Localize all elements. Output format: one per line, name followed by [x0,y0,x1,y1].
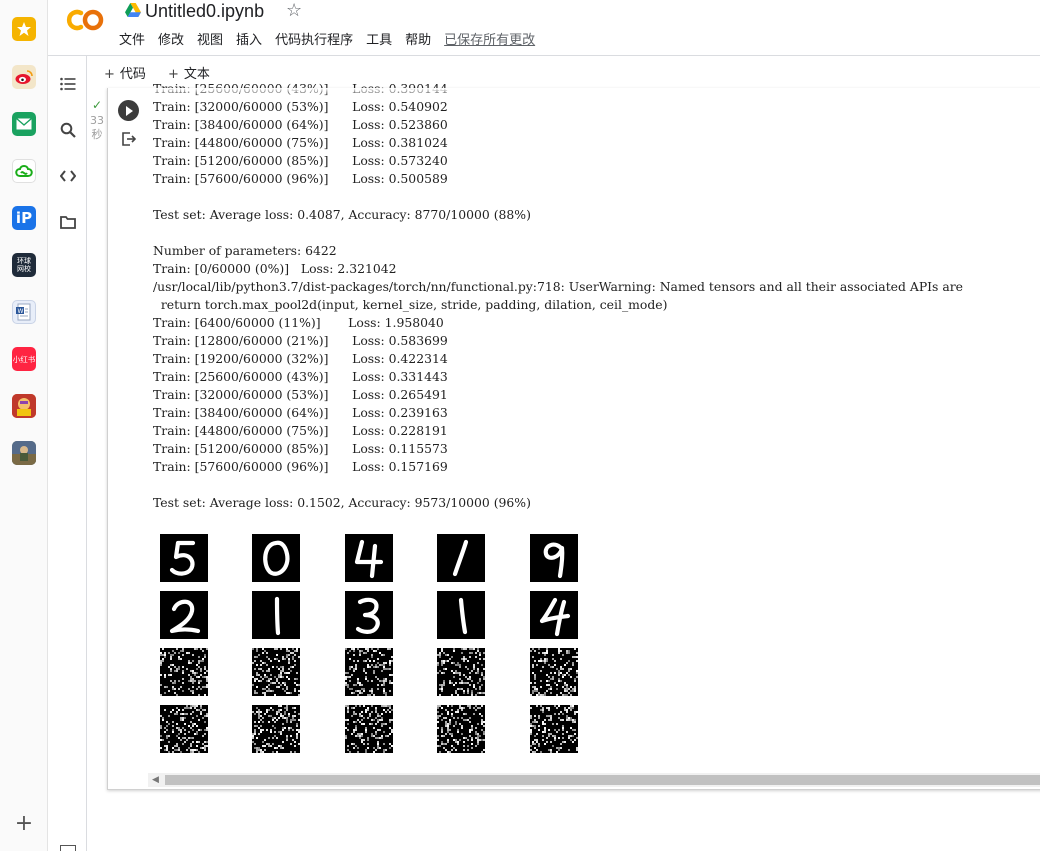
favorites-star-icon[interactable] [12,17,36,41]
mnist-digit-image [530,591,578,639]
execution-time: 33 秒 [90,114,104,142]
code-snippets-icon[interactable] [58,166,78,186]
xiaohongshu-icon[interactable]: 小红书 [12,347,36,371]
output-line: Train: [19200/60000 (32%)] Loss: 0.42231… [153,351,448,366]
output-line: Train: [38400/60000 (64%)] Loss: 0.23916… [153,405,448,420]
search-icon[interactable] [58,120,78,140]
noise-image [160,648,208,696]
noise-image [345,705,393,753]
noise-image [437,705,485,753]
noise-image [252,648,300,696]
output-scroll-fade [148,88,1040,96]
scroll-left-arrow-icon[interactable]: ◀ [152,775,159,785]
terminal-icon[interactable] [60,845,76,851]
noise-image [530,648,578,696]
output-line: Train: [44800/60000 (75%)] Loss: 0.38102… [153,135,448,150]
run-cell-button[interactable] [118,100,139,121]
colab-header: Untitled0.ipynb ☆ 文件 修改 视图 插入 代码执行程序 工具 … [48,0,1040,56]
add-app-icon[interactable]: + [14,813,34,835]
mnist-digit-image [160,591,208,639]
output-line: Train: [57600/60000 (96%)] Loss: 0.50058… [153,171,448,186]
menu-view[interactable]: 视图 [197,31,223,51]
browser-app-rail: iP 环球 网校 W 小红书 + [0,0,48,851]
mnist-digit-image [345,591,393,639]
menu-tools[interactable]: 工具 [366,31,392,51]
output-line: Train: [51200/60000 (85%)] Loss: 0.11557… [153,441,448,456]
plus-icon: + [104,67,115,82]
menu-bar: 文件 修改 视图 插入 代码执行程序 工具 帮助 已保存所有更改 [119,31,548,51]
weibo-icon[interactable] [12,65,36,89]
cell-output-text: Train: [25600/60000 (43%)] Loss: 0.39014… [153,80,1040,520]
saved-status-link[interactable]: 已保存所有更改 [444,31,535,51]
google-drive-icon[interactable] [125,3,141,17]
output-line: Train: [38400/60000 (64%)] Loss: 0.52386… [153,117,448,132]
star-icon[interactable]: ☆ [286,0,302,22]
colab-side-toolbar [48,56,87,851]
output-line: /usr/local/lib/python3.7/dist-packages/t… [153,279,963,294]
huanqiu-school-icon[interactable]: 环球 网校 [12,253,36,277]
mail-icon[interactable] [12,112,36,136]
mnist-digit-image [252,534,300,582]
mnist-digit-image [437,534,485,582]
noise-image [530,705,578,753]
output-line: Test set: Average loss: 0.1502, Accuracy… [153,495,531,510]
mnist-digit-image [530,534,578,582]
colab-window: iP 环球 网校 W 小红书 + Untitled0.ipynb ☆ 文件 修改… [0,0,1040,851]
noise-image [437,648,485,696]
notebook-title[interactable]: Untitled0.ipynb [145,0,264,22]
noise-image [345,648,393,696]
output-line: Train: [51200/60000 (85%)] Loss: 0.57324… [153,153,448,168]
ip-app-icon[interactable]: iP [12,206,36,230]
output-line: return torch.max_pool2d(input, kernel_si… [153,297,668,312]
mnist-digit-image [345,534,393,582]
output-image-grid [160,534,580,754]
output-line: Number of parameters: 6422 [153,243,337,258]
output-line: Train: [44800/60000 (75%)] Loss: 0.22819… [153,423,448,438]
output-line: Train: [25600/60000 (43%)] Loss: 0.33144… [153,369,448,384]
output-horizontal-scrollbar[interactable]: ◀ [148,773,1040,787]
menu-file[interactable]: 文件 [119,31,145,51]
mnist-digit-image [252,591,300,639]
cloud-link-icon[interactable] [12,159,36,183]
menu-edit[interactable]: 修改 [158,31,184,51]
scrollbar-thumb[interactable] [165,775,1040,785]
noise-image [252,705,300,753]
colab-logo-icon [66,9,104,31]
output-line: Train: [0/60000 (0%)] Loss: 2.321042 [153,261,397,276]
output-line: Train: [6400/60000 (11%)] Loss: 1.958040 [153,315,444,330]
output-line: Train: [32000/60000 (53%)] Loss: 0.54090… [153,99,448,114]
execution-complete-check-icon: ✓ [92,98,103,112]
word-doc-icon[interactable]: W [12,300,36,324]
output-line: Train: [32000/60000 (53%)] Loss: 0.26549… [153,387,448,402]
add-code-label: 代码 [119,67,146,82]
files-folder-icon[interactable] [58,212,78,232]
noise-image [160,705,208,753]
mnist-digit-image [437,591,485,639]
pubg-game-icon[interactable] [12,441,36,465]
output-line: Train: [12800/60000 (21%)] Loss: 0.58369… [153,333,448,348]
execution-time-unit: 秒 [91,128,103,141]
menu-help[interactable]: 帮助 [405,31,431,51]
game-app-icon[interactable] [12,394,36,418]
svg-text:W: W [18,308,24,315]
output-actions-icon[interactable] [121,131,137,147]
add-code-cell-button[interactable]: + 代码 [104,63,146,82]
table-of-contents-icon[interactable] [58,74,78,94]
execution-time-value: 33 [90,114,104,127]
menu-runtime[interactable]: 代码执行程序 [275,31,353,51]
mnist-digit-image [160,534,208,582]
output-line: Train: [57600/60000 (96%)] Loss: 0.15716… [153,459,448,474]
output-line: Test set: Average loss: 0.4087, Accuracy… [153,207,531,222]
menu-insert[interactable]: 插入 [236,31,262,51]
